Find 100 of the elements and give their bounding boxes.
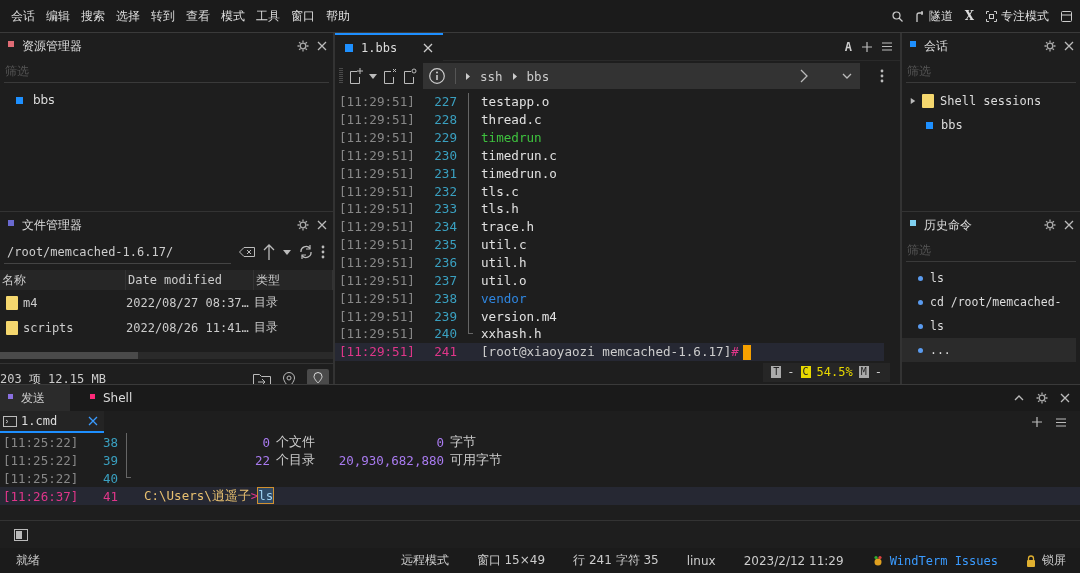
new-session-icon[interactable] <box>349 68 363 84</box>
lock-screen-button[interactable]: 锁屏 <box>1042 552 1066 569</box>
more-icon[interactable] <box>321 245 325 259</box>
settings-icon[interactable] <box>297 40 309 52</box>
close-session-icon[interactable] <box>383 68 397 84</box>
summary-text: 203 项 12.15 MB <box>0 371 107 384</box>
settings-icon[interactable] <box>297 219 309 231</box>
status-text: 行 241 字符 35 <box>573 552 659 569</box>
refresh-icon[interactable] <box>299 245 313 259</box>
menu-item[interactable]: 查看 <box>183 7 216 25</box>
terminal-tab[interactable]: 1.bbs <box>335 33 443 61</box>
line-number: 228 <box>433 112 457 128</box>
line-number: 233 <box>433 201 457 217</box>
menu-item[interactable]: 选择 <box>113 7 146 25</box>
path-field[interactable]: /root/memcached-1.6.17/ <box>4 240 231 264</box>
file-name[interactable]: scripts <box>23 320 74 335</box>
history-item[interactable]: ls <box>902 266 1076 290</box>
up-arrow-icon[interactable] <box>263 244 275 260</box>
scrollbar[interactable] <box>0 352 138 359</box>
grip-icon[interactable] <box>339 68 343 84</box>
menu-item[interactable]: 帮助 <box>323 7 356 25</box>
menu-item[interactable]: 搜索 <box>78 7 111 25</box>
folder-icon <box>6 320 18 335</box>
font-button[interactable]: A <box>844 39 852 54</box>
session-tab[interactable]: 1.cmd <box>0 411 104 433</box>
menu-item[interactable]: 编辑 <box>43 7 76 25</box>
line-number: 235 <box>433 237 457 253</box>
menu-icon[interactable] <box>1056 417 1066 427</box>
timestamp: [11:25:22] <box>2 452 80 468</box>
folder-arrow-icon[interactable] <box>253 371 271 384</box>
timestamp: [11:29:51] <box>338 130 416 146</box>
file-name[interactable]: m4 <box>23 295 38 310</box>
issues-link[interactable]: WindTerm Issues <box>889 553 998 568</box>
panel-toggle-icon[interactable] <box>14 528 28 541</box>
menu-item[interactable]: 窗口 <box>288 7 321 25</box>
column-header[interactable]: 名称 <box>0 270 126 290</box>
close-icon[interactable] <box>317 41 327 51</box>
session-options-icon[interactable] <box>403 68 417 84</box>
info-icon[interactable] <box>429 68 445 84</box>
column-header[interactable]: 类型 <box>254 270 333 290</box>
breadcrumb-item[interactable]: bbs <box>526 68 550 84</box>
settings-icon[interactable] <box>1044 40 1056 52</box>
close-icon[interactable] <box>1064 220 1074 230</box>
layout-icon[interactable] <box>1061 10 1072 22</box>
line-number: 231 <box>433 165 457 181</box>
search-icon[interactable] <box>891 10 903 22</box>
table-cell-text: 目录 <box>254 294 279 311</box>
status-text: 窗口 15×49 <box>476 552 546 569</box>
menu-item[interactable]: 工具 <box>253 7 286 25</box>
menu-item[interactable]: 转到 <box>148 7 181 25</box>
file-name: version.m4 <box>481 308 557 324</box>
caret-up-icon[interactable] <box>1014 395 1024 401</box>
caret-icon[interactable] <box>369 73 377 79</box>
more-icon[interactable] <box>880 69 884 83</box>
tree-item[interactable]: bbs <box>941 118 963 132</box>
settings-icon[interactable] <box>1044 219 1056 231</box>
command-prompt: [root@xiaoyaozi memcached-1.6.17]# <box>481 343 739 359</box>
status-text: 2023/2/12 11:29 <box>743 553 844 568</box>
chevron-right-icon[interactable] <box>800 69 808 83</box>
menu-item[interactable]: 会话 <box>8 7 41 25</box>
session-icon <box>16 96 23 104</box>
tree-item[interactable]: Shell sessions <box>940 94 1042 108</box>
close-icon[interactable] <box>88 416 98 426</box>
location-pin-icon[interactable] <box>283 371 295 384</box>
line-number: 232 <box>433 183 457 199</box>
history-item[interactable]: ls <box>902 314 1076 338</box>
history-item[interactable]: cd /root/memcached- <box>902 290 1076 314</box>
table-cell-text: 2022/08/26 11:41… <box>126 320 250 335</box>
mode-badge[interactable]: C <box>800 366 811 379</box>
mode-badge[interactable]: T <box>771 366 782 379</box>
collapsed-arrow-icon[interactable] <box>910 97 916 105</box>
close-icon[interactable] <box>1064 41 1074 51</box>
panel-tab[interactable]: 发送 <box>0 385 70 411</box>
close-icon[interactable] <box>423 42 433 53</box>
menu-item[interactable]: 模式 <box>218 7 251 25</box>
bug-icon <box>871 554 884 567</box>
column-header[interactable]: Date modified <box>126 270 254 290</box>
line-number: 238 <box>433 290 457 306</box>
chevron-down-icon[interactable] <box>842 73 852 79</box>
close-icon[interactable] <box>317 220 327 230</box>
command-prompt: C:\Users\逍遥子>ls <box>143 487 275 505</box>
x-button[interactable]: X <box>964 9 974 23</box>
settings-icon[interactable] <box>1036 392 1048 404</box>
plus-icon[interactable] <box>1032 417 1042 427</box>
clear-icon[interactable] <box>239 247 255 257</box>
history-item[interactable]: ... <box>902 338 1076 362</box>
focus-mode-button[interactable]: 专注模式 <box>986 7 1049 25</box>
session-item[interactable]: bbs <box>33 93 55 107</box>
caret-icon[interactable] <box>283 249 291 255</box>
status-text: 就绪 <box>16 552 40 569</box>
plus-icon[interactable] <box>862 41 872 52</box>
menu-icon[interactable] <box>882 42 892 51</box>
line-number: 41 <box>101 488 118 504</box>
mode-badge[interactable]: M <box>858 366 869 379</box>
close-icon[interactable] <box>1060 393 1070 403</box>
size-value: 0 <box>435 434 444 450</box>
tunnel-button[interactable]: 隧道 <box>914 7 953 25</box>
line-number: 40 <box>101 470 118 486</box>
timestamp: [11:29:51] <box>338 326 416 342</box>
breadcrumb-item[interactable]: ssh <box>480 68 503 84</box>
